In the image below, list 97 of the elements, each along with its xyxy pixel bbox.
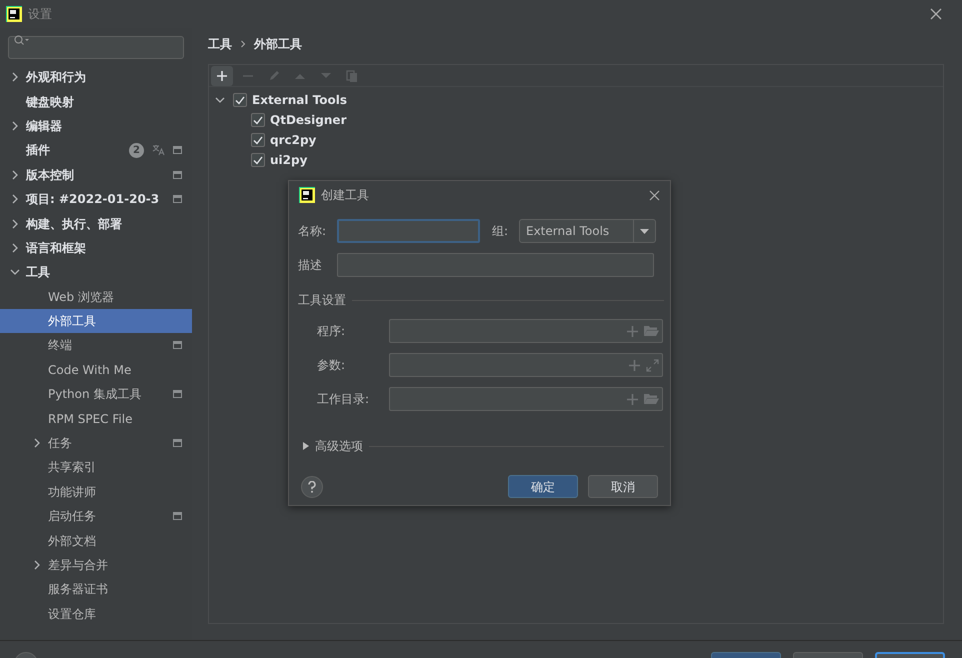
sidebar-label: RPM SPEC File xyxy=(48,410,134,428)
sidebar-item[interactable]: Python 集成工具 xyxy=(0,382,192,406)
sidebar-label: 外观和行为 xyxy=(26,69,87,86)
search-icon xyxy=(14,35,30,45)
sidebar-label: Python 集成工具 xyxy=(48,386,142,404)
close-icon[interactable] xyxy=(649,190,660,200)
chevron-down-icon[interactable] xyxy=(215,96,225,104)
sidebar-label: 编辑器 xyxy=(26,118,63,135)
close-icon[interactable] xyxy=(930,8,942,20)
pencil-icon xyxy=(267,68,281,82)
sidebar-label: 任务 xyxy=(48,435,73,452)
sidebar-label: 终端 xyxy=(48,337,73,354)
chevron-right-icon[interactable] xyxy=(11,194,19,204)
ok-button[interactable]: 确定 xyxy=(508,475,578,498)
chevron-right-icon[interactable] xyxy=(11,120,19,131)
sidebar-label: 项目: #2022-01-20-3 xyxy=(26,191,160,208)
tool-label: qrc2py xyxy=(270,132,316,149)
sidebar-item[interactable]: 编辑器 xyxy=(0,114,192,138)
sidebar-label: 功能讲师 xyxy=(48,484,97,501)
chevron-down-icon[interactable] xyxy=(10,268,20,276)
sidebar-label: 共享索引 xyxy=(48,459,97,476)
sidebar-item[interactable]: 工具 xyxy=(0,260,192,285)
question-mark-icon xyxy=(308,480,316,492)
checkbox[interactable] xyxy=(251,113,265,127)
field-label: 描述 xyxy=(297,257,323,274)
field-label: 工作目录: xyxy=(317,391,370,408)
checkbox[interactable] xyxy=(251,133,265,147)
chevron-right-icon[interactable] xyxy=(11,170,19,180)
tool-label: QtDesigner xyxy=(270,112,346,129)
app-logo-icon xyxy=(299,187,315,203)
sidebar-item[interactable]: Web 浏览器 xyxy=(0,284,192,309)
sidebar-item[interactable]: 功能讲师 xyxy=(0,480,192,504)
sidebar-label: 启动任务 xyxy=(48,508,97,526)
sidebar-item[interactable]: RPM SPEC File xyxy=(0,406,192,431)
add-button[interactable] xyxy=(211,66,233,86)
sidebar-label: 工具 xyxy=(26,264,51,282)
chevron-right-icon[interactable] xyxy=(11,218,19,229)
field-label: 名称: xyxy=(297,223,328,240)
sidebar-label: 服务器证书 xyxy=(48,581,109,598)
chevron-right-icon[interactable] xyxy=(33,560,41,570)
sidebar-label: 设置仓库 xyxy=(48,606,97,623)
sidebar-label: 插件 xyxy=(26,142,51,160)
sidebar-item[interactable]: 键盘映射 xyxy=(0,89,192,114)
sidebar-item[interactable]: 启动任务 xyxy=(0,504,192,528)
caret-icon xyxy=(640,228,649,234)
field-label: 程序: xyxy=(317,323,346,340)
tool-label: ui2py xyxy=(270,152,308,169)
sidebar-item[interactable]: Code With Me xyxy=(0,358,192,382)
sidebar-item[interactable]: 构建、执行、部署 xyxy=(0,211,192,236)
name-field[interactable] xyxy=(337,219,480,243)
sidebar-label: Code With Me xyxy=(48,362,132,379)
sidebar-item[interactable]: 服务器证书 xyxy=(0,577,192,602)
breadcrumb-item: 外部工具 xyxy=(254,36,302,53)
sidebar-item[interactable]: 共享索引 xyxy=(0,455,192,480)
sidebar-label: 外部工具 xyxy=(48,313,97,330)
add-icon xyxy=(215,68,229,82)
caret-right-icon xyxy=(303,442,309,450)
advanced-options-toggle[interactable]: 高级选项 xyxy=(303,437,363,455)
breadcrumb-item[interactable]: 工具 xyxy=(208,35,232,53)
window-title: 设置 xyxy=(28,6,52,23)
sidebar-item[interactable]: 外部工具 xyxy=(0,308,192,334)
checkbox[interactable] xyxy=(251,153,265,167)
sidebar-item[interactable]: 外观和行为 xyxy=(0,65,192,90)
sidebar-item[interactable]: 项目: #2022-01-20-3 xyxy=(0,186,192,212)
sidebar-label: 构建、执行、部署 xyxy=(26,216,123,233)
sidebar-label: Web 浏览器 xyxy=(48,288,115,306)
search-field[interactable] xyxy=(8,36,184,59)
app-logo-icon xyxy=(6,6,22,22)
dialog-title: 创建工具 xyxy=(321,187,370,204)
sidebar-item[interactable]: 外部文档 xyxy=(0,528,192,553)
chevron-right-icon[interactable] xyxy=(11,72,19,82)
chevron-right-icon[interactable] xyxy=(33,438,41,448)
sidebar-item[interactable]: 语言和框架 xyxy=(0,236,192,260)
description-field[interactable] xyxy=(337,253,654,277)
section-title: 工具设置 xyxy=(297,292,346,309)
tool-label: External Tools xyxy=(252,92,347,109)
breadcrumb-separator-icon xyxy=(240,40,246,48)
field-label: 参数: xyxy=(317,357,346,374)
count-badge: 2 xyxy=(129,142,144,158)
sidebar-item[interactable]: 差异与合并 xyxy=(0,552,192,578)
help-button[interactable] xyxy=(301,476,323,498)
sidebar-label: 外部文档 xyxy=(48,532,97,550)
checkbox[interactable] xyxy=(233,93,247,107)
chevron-right-icon[interactable] xyxy=(11,242,19,253)
sidebar-item[interactable]: 终端 xyxy=(0,333,192,358)
sidebar-label: 差异与合并 xyxy=(48,557,109,574)
sidebar-item[interactable]: 任务 xyxy=(0,430,192,456)
sidebar-label: 语言和框架 xyxy=(26,240,87,257)
sidebar-label: 键盘映射 xyxy=(26,94,75,111)
sidebar-label: 版本控制 xyxy=(26,166,75,184)
field-label: 组: xyxy=(492,223,510,240)
sidebar-item[interactable]: 设置仓库 xyxy=(0,602,192,626)
cancel-button[interactable]: 取消 xyxy=(588,475,658,498)
sidebar-item[interactable]: 版本控制 xyxy=(0,162,192,187)
sidebar-item[interactable]: 插件 2 xyxy=(0,138,192,163)
group-dropdown[interactable]: External Tools xyxy=(519,219,656,243)
copy-icon xyxy=(345,68,359,82)
